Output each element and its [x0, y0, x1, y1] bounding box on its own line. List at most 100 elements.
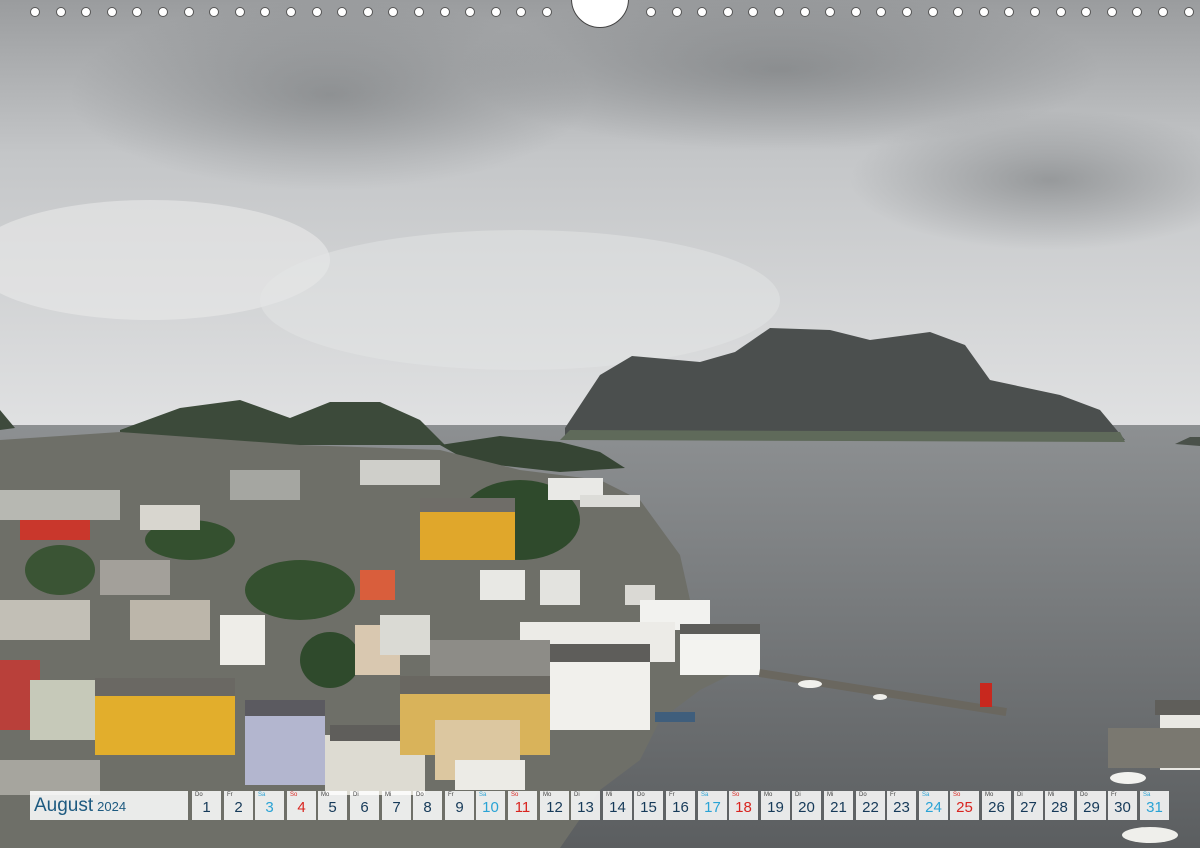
day-number: 17 [704, 799, 721, 816]
binding-ring [697, 7, 707, 17]
day-cell: Fr 2 [224, 791, 253, 820]
binding-ring [260, 7, 270, 17]
weekday-label: Fr [1111, 792, 1117, 798]
day-number: 26 [988, 799, 1005, 816]
binding-ring [1056, 7, 1066, 17]
day-cell: Mo 26 [982, 791, 1011, 820]
binding-ring [825, 7, 835, 17]
binding-ring [672, 7, 682, 17]
weekday-label: Do [637, 792, 645, 798]
day-number: 27 [1020, 799, 1037, 816]
binding-ring [1158, 7, 1168, 17]
calendar-strip: August 2024 Do 1 Fr 2 Sa 3 So 4 Mo 5 Di 6 Mi 7 Do 8 Fr 9 Sa… [30, 791, 1173, 820]
weekday-label: So [732, 792, 740, 798]
day-cell: Mi 7 [382, 791, 411, 820]
lighthouse [980, 683, 992, 707]
binding-ring [132, 7, 142, 17]
day-number: 4 [297, 799, 306, 816]
weekday-label: Do [195, 792, 203, 798]
boat [1110, 772, 1146, 784]
binding-ring [902, 7, 912, 17]
weekday-label: Do [859, 792, 867, 798]
boat [873, 694, 887, 700]
binding-ring [81, 7, 91, 17]
binding-ring [1107, 7, 1117, 17]
day-cell: Di 20 [792, 791, 821, 820]
day-number: 23 [893, 799, 910, 816]
day-number: 24 [925, 799, 942, 816]
binding-ring [953, 7, 963, 17]
day-number: 6 [360, 799, 369, 816]
day-cell: Do 1 [192, 791, 221, 820]
day-cell: Mo 12 [540, 791, 569, 820]
weekday-label: Mi [1048, 792, 1055, 798]
binding-ring [414, 7, 424, 17]
day-cell: Mi 21 [824, 791, 853, 820]
binding-ring [928, 7, 938, 17]
binding-ring [774, 7, 784, 17]
day-cell: Fr 9 [445, 791, 474, 820]
binding-ring [748, 7, 758, 17]
binding-ring [107, 7, 117, 17]
weekday-label: Mo [985, 792, 994, 798]
day-number: 20 [798, 799, 815, 816]
weekday-label: Fr [448, 792, 454, 798]
boat [798, 680, 822, 688]
day-number: 12 [546, 799, 563, 816]
day-cell: Sa 3 [255, 791, 284, 820]
weekday-label: Mo [321, 792, 330, 798]
day-cell: Mo 5 [318, 791, 347, 820]
binding-ring [979, 7, 989, 17]
weekday-label: Di [1017, 792, 1023, 798]
day-cell: Sa 10 [476, 791, 505, 820]
weekday-label: Mi [385, 792, 392, 798]
binding-ring [235, 7, 245, 17]
weekday-label: Fr [227, 792, 233, 798]
day-number: 31 [1146, 799, 1163, 816]
year-label: 2024 [97, 799, 127, 814]
day-number: 25 [956, 799, 973, 816]
binding-ring [800, 7, 810, 17]
weekday-label: So [511, 792, 519, 798]
weekday-label: Di [795, 792, 801, 798]
dock-float [655, 712, 695, 722]
binding-ring [646, 7, 656, 17]
binding-ring [184, 7, 194, 17]
day-number: 8 [423, 799, 432, 816]
day-number: 13 [577, 799, 594, 816]
day-number: 10 [482, 799, 499, 816]
binding-ring [876, 7, 886, 17]
month-name: August [34, 795, 94, 816]
binding-ring [1132, 7, 1142, 17]
day-number: 7 [392, 799, 401, 816]
day-cell: Do 8 [413, 791, 442, 820]
photo-background [0, 0, 1200, 848]
day-number: 21 [830, 799, 847, 816]
binding-ring [491, 7, 501, 17]
day-number: 11 [514, 799, 531, 816]
day-number: 29 [1083, 799, 1100, 816]
day-cell: So 4 [287, 791, 316, 820]
day-cell: Do 22 [856, 791, 885, 820]
binding-ring [1004, 7, 1014, 17]
day-cell: Mi 14 [603, 791, 632, 820]
day-cell: Do 29 [1077, 791, 1106, 820]
day-cell: Fr 23 [887, 791, 916, 820]
day-number: 19 [767, 799, 784, 816]
binding-ring [209, 7, 219, 17]
cloud [260, 230, 780, 370]
day-cell: Di 27 [1014, 791, 1043, 820]
weekday-label: Di [574, 792, 580, 798]
day-cell: Fr 16 [666, 791, 695, 820]
weekday-label: Do [1080, 792, 1088, 798]
day-number: 9 [455, 799, 464, 816]
binding-ring [158, 7, 168, 17]
day-number: 28 [1051, 799, 1068, 816]
day-cell: So 18 [729, 791, 758, 820]
weekday-label: Mi [827, 792, 834, 798]
day-cell: Di 13 [571, 791, 600, 820]
binding-ring [286, 7, 296, 17]
day-number: 30 [1114, 799, 1131, 816]
day-cell: Mi 28 [1045, 791, 1074, 820]
binding-ring [312, 7, 322, 17]
